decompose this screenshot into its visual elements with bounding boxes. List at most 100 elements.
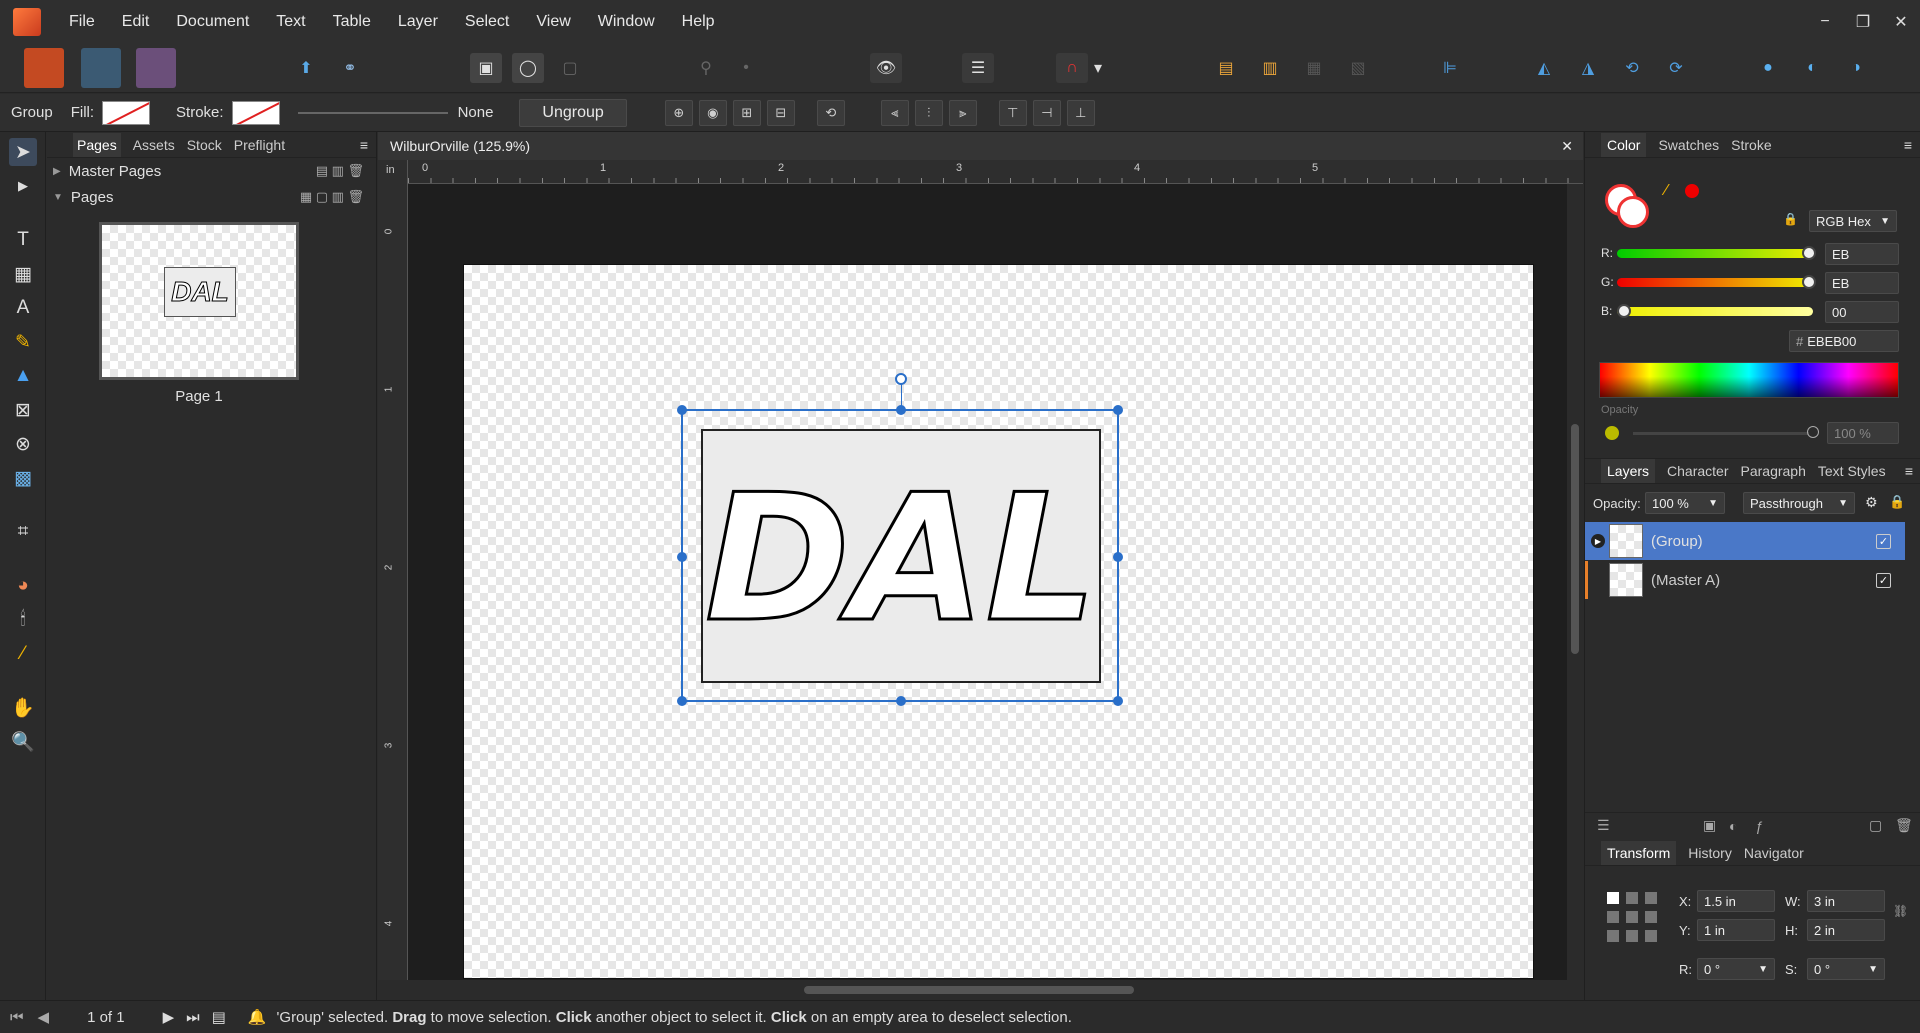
menu-view[interactable]: View: [536, 13, 570, 31]
opacity-slider[interactable]: [1633, 432, 1809, 435]
adjustment-icon[interactable]: ◐: [1729, 818, 1737, 834]
r-slider-knob[interactable]: [1802, 246, 1816, 260]
crop-tool-icon[interactable]: ⌗: [9, 518, 37, 546]
align-bottom-icon[interactable]: ⊥: [1066, 99, 1095, 126]
stroke-swatch[interactable]: [231, 100, 280, 125]
grid-icon[interactable]: ⊟: [766, 99, 795, 126]
arrange-front-icon[interactable]: ▥: [1254, 53, 1286, 83]
prev-page-icon[interactable]: ◀: [38, 1008, 50, 1026]
horizontal-ruler[interactable]: 0 1 2 3 4 5: [408, 160, 1583, 184]
tab-navigator[interactable]: Navigator: [1744, 845, 1804, 861]
align-left-icon[interactable]: ⫷: [880, 99, 909, 126]
horizontal-scrollbar[interactable]: [378, 980, 1583, 1000]
color-panel-menu-icon[interactable]: ≡: [1904, 137, 1912, 153]
b-slider-knob[interactable]: [1617, 304, 1631, 318]
preflight-bell-icon[interactable]: 🔔: [248, 1008, 267, 1026]
g-slider-knob[interactable]: [1802, 275, 1816, 289]
flip-vertical-icon[interactable]: ◮: [1572, 53, 1604, 83]
color-picker-tool-icon[interactable]: ⁄: [9, 640, 37, 668]
h-field[interactable]: 2 in: [1807, 919, 1885, 941]
ellipse-frame-tool-icon[interactable]: ⊗: [9, 430, 37, 458]
text-wrap-icon[interactable]: ☰: [962, 53, 994, 83]
panel-menu-icon[interactable]: ≡: [360, 137, 368, 153]
tab-assets[interactable]: Assets: [133, 137, 175, 153]
menu-document[interactable]: Document: [176, 13, 249, 31]
menu-layer[interactable]: Layer: [398, 13, 438, 31]
add-layer-icon[interactable]: ▢: [1869, 817, 1882, 834]
flip-horizontal-icon[interactable]: ◭: [1528, 53, 1560, 83]
layer-visibility-checkbox[interactable]: ✓: [1876, 572, 1891, 588]
preview-icon[interactable]: 👁: [870, 53, 902, 83]
ellipse-frame-icon[interactable]: ◯: [512, 53, 544, 83]
shear-field[interactable]: 0 ° ▼: [1807, 958, 1885, 980]
transform-origin-icon[interactable]: ⊕: [664, 99, 693, 126]
chevron-down-icon[interactable]: ▾: [1090, 53, 1106, 83]
dot-icon[interactable]: •: [730, 53, 762, 83]
tab-stroke[interactable]: Stroke: [1731, 137, 1771, 153]
align-right-icon[interactable]: ⫸: [948, 99, 977, 126]
chevron-right-icon[interactable]: ▶: [53, 166, 61, 177]
align-icon[interactable]: ⊫: [1434, 53, 1466, 83]
anchor-grid[interactable]: [1607, 892, 1657, 942]
frame-disabled-icon[interactable]: ▢: [554, 53, 586, 83]
lock-icon[interactable]: 🔒: [1783, 212, 1798, 226]
stroke-value[interactable]: None: [458, 104, 494, 121]
opacity-value-field[interactable]: 100 %: [1827, 422, 1899, 444]
tab-color[interactable]: Color: [1601, 132, 1647, 157]
resize-handle-w[interactable]: [677, 552, 687, 562]
pages-icon[interactable]: ▤: [212, 1008, 226, 1026]
layer-visibility-checkbox[interactable]: ✓: [1876, 533, 1891, 549]
selection-bounding-box[interactable]: DAL: [677, 373, 1123, 706]
view-icon[interactable]: ◉: [698, 99, 727, 126]
menu-edit[interactable]: Edit: [122, 13, 150, 31]
hand-tool-icon[interactable]: ✋: [9, 694, 37, 722]
eyedropper-icon[interactable]: ⁄: [1665, 182, 1668, 200]
resize-handle-se[interactable]: [1113, 696, 1123, 706]
hex-field[interactable]: # EBEB00: [1789, 330, 1899, 352]
r-slider[interactable]: [1617, 249, 1813, 258]
layer-row-group[interactable]: ▶ (Group) ✓: [1585, 522, 1905, 560]
frame-text-tool-icon[interactable]: T: [9, 226, 37, 254]
resize-handle-e[interactable]: [1113, 552, 1123, 562]
horizontal-scroll-thumb[interactable]: [804, 986, 1134, 994]
designer-persona-icon[interactable]: [81, 48, 121, 88]
rotate-left-icon[interactable]: ⟲: [1616, 53, 1648, 83]
place-image-tool-icon[interactable]: ▩: [9, 464, 37, 492]
expand-layer-icon[interactable]: ▶: [1591, 534, 1605, 548]
rotation-handle[interactable]: [895, 373, 907, 385]
zoom-tool-icon[interactable]: 🔍: [9, 728, 37, 756]
tab-paragraph[interactable]: Paragraph: [1741, 463, 1806, 479]
boolean-add-icon[interactable]: ●: [1752, 53, 1784, 83]
chevron-down-icon[interactable]: ▼: [53, 192, 63, 203]
lock-layer-icon[interactable]: 🔒: [1889, 494, 1905, 510]
fill-swatch[interactable]: [102, 100, 151, 125]
tab-layers[interactable]: Layers: [1601, 459, 1656, 483]
tab-stock[interactable]: Stock: [187, 137, 222, 153]
r-value-field[interactable]: EB: [1825, 243, 1899, 265]
document-tab[interactable]: WilburOrville (125.9%) ✕: [378, 132, 1583, 160]
page-thumbnail[interactable]: DAL: [99, 222, 299, 380]
rectangle-frame-tool-icon[interactable]: ⊠: [9, 396, 37, 424]
stroke-style-preview[interactable]: [297, 111, 448, 114]
rotation-field[interactable]: 0 ° ▼: [1697, 958, 1775, 980]
fx-icon[interactable]: ƒ: [1755, 818, 1763, 834]
distribute-icon[interactable]: ⊞: [732, 99, 761, 126]
pen-tool-icon[interactable]: ✎: [9, 328, 37, 356]
menu-text[interactable]: Text: [276, 13, 305, 31]
close-window-button[interactable]: ✕: [1882, 12, 1920, 32]
menu-select[interactable]: Select: [465, 13, 509, 31]
opacity-slider-knob[interactable]: [1807, 426, 1819, 438]
vertical-ruler[interactable]: in 0 1 2 3 4: [378, 160, 408, 980]
node-tool-icon[interactable]: ▶: [9, 172, 37, 200]
g-value-field[interactable]: EB: [1825, 272, 1899, 294]
tab-transform[interactable]: Transform: [1601, 840, 1677, 865]
align-center-icon[interactable]: ⫶: [914, 99, 943, 126]
tab-swatches[interactable]: Swatches: [1658, 137, 1719, 153]
artistic-text-tool-icon[interactable]: A: [9, 294, 37, 322]
text-frame-icon[interactable]: ▣: [470, 53, 502, 83]
rotate-right-icon[interactable]: ⟳: [1660, 53, 1692, 83]
tab-text-styles[interactable]: Text Styles: [1818, 463, 1886, 479]
close-document-icon[interactable]: ✕: [1561, 138, 1573, 155]
page-actions-icon[interactable]: ▦ ▢ ▥ 🗑: [300, 189, 364, 205]
move-tool-icon[interactable]: ➤: [9, 138, 37, 166]
